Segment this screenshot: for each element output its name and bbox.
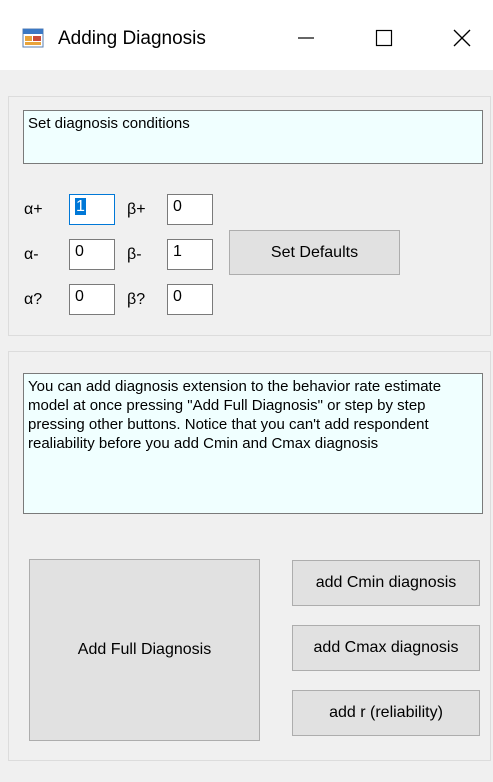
add-cmax-diagnosis-button[interactable]: add Cmax diagnosis xyxy=(292,625,480,671)
beta-plus-input[interactable]: 0 xyxy=(167,194,213,225)
maximize-icon xyxy=(375,29,393,47)
beta-plus-label: β+ xyxy=(127,201,146,218)
adding-diagnosis-window: Adding Diagnosis Set diagnosis condition… xyxy=(0,0,493,782)
app-window-icon xyxy=(22,27,44,49)
set-defaults-button[interactable]: Set Defaults xyxy=(229,230,400,275)
add-cmin-diagnosis-button[interactable]: add Cmin diagnosis xyxy=(292,560,480,606)
alpha-plus-input[interactable]: 1 xyxy=(69,194,115,225)
alpha-plus-label: α+ xyxy=(24,201,43,218)
title-bar[interactable]: Adding Diagnosis xyxy=(0,0,493,70)
add-full-diagnosis-button[interactable]: Add Full Diagnosis xyxy=(29,559,260,741)
beta-unknown-label: β? xyxy=(127,291,146,308)
alpha-plus-value: 1 xyxy=(75,198,86,215)
close-button[interactable] xyxy=(442,20,482,56)
alpha-minus-label: α- xyxy=(24,246,39,263)
beta-unknown-input[interactable]: 0 xyxy=(167,284,213,315)
beta-minus-input[interactable]: 1 xyxy=(167,239,213,270)
minimize-icon xyxy=(298,37,314,39)
diagnosis-info-textbox[interactable]: You can add diagnosis extension to the b… xyxy=(23,373,483,514)
alpha-unknown-input[interactable]: 0 xyxy=(69,284,115,315)
minimize-button[interactable] xyxy=(286,20,326,56)
add-reliability-button[interactable]: add r (reliability) xyxy=(292,690,480,736)
close-icon xyxy=(453,29,471,47)
alpha-minus-input[interactable]: 0 xyxy=(69,239,115,270)
beta-minus-label: β- xyxy=(127,246,142,263)
conditions-header-textbox[interactable]: Set diagnosis conditions xyxy=(23,110,483,164)
alpha-unknown-label: α? xyxy=(24,291,43,308)
maximize-button[interactable] xyxy=(364,20,404,56)
window-title: Adding Diagnosis xyxy=(58,28,206,49)
